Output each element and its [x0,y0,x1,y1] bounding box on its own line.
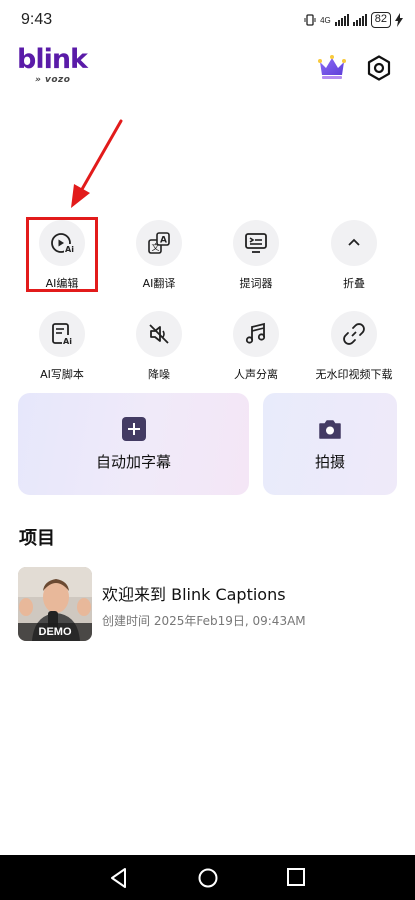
logo-text: blink [17,44,88,75]
projects-section-title: 项目 [19,528,55,549]
back-icon[interactable] [109,867,129,889]
tool-label: AI翻译 [142,277,176,290]
app-logo: blink » vozo [17,44,88,86]
tool-noise-reduction[interactable]: 降噪 [114,311,204,382]
ai-script-icon: Ai [39,311,85,357]
tool-collapse[interactable]: 折叠 [309,220,399,291]
translate-icon: 文A [136,220,182,266]
charging-icon [395,13,403,27]
tool-teleprompter[interactable]: 提词器 [211,220,301,291]
crown-icon[interactable] [318,54,346,80]
link-icon [331,311,377,357]
home-icon[interactable] [197,867,219,889]
project-created-time: 创建时间 2025年Feb19日, 09:43AM [102,614,306,628]
tool-watermark-free-download[interactable]: 无水印视频下载 [309,311,399,382]
auto-captions-label: 自动加字幕 [95,452,171,471]
tool-ai-translate[interactable]: 文A AI翻译 [114,220,204,291]
tool-label: 提词器 [239,277,273,290]
chevron-up-icon [331,220,377,266]
status-bar: 9:43 4G 82 [0,0,415,40]
auto-captions-card[interactable]: 自动加字幕 [18,393,249,495]
demo-badge: DEMO [18,623,92,641]
vibrate-icon [304,14,316,26]
tool-label: 人声分离 [234,368,278,381]
project-item[interactable]: DEMO 欢迎来到 Blink Captions 创建时间 2025年Feb19… [18,567,398,641]
project-thumbnail: DEMO [18,567,92,641]
tool-label: 无水印视频下载 [315,368,393,381]
shoot-card[interactable]: 拍摄 [263,393,397,495]
battery-level: 82 [370,12,391,28]
tool-vocal-separation[interactable]: 人声分离 [211,311,301,382]
mute-icon [136,311,182,357]
svg-text:Ai: Ai [63,337,72,346]
tool-label: 降噪 [148,368,170,381]
music-note-icon [233,311,279,357]
plus-icon [121,416,146,441]
signal-icon [334,14,349,26]
highlight-box [26,217,98,292]
system-nav-bar [0,855,415,900]
shoot-label: 拍摄 [314,452,345,471]
status-time: 9:43 [21,11,53,28]
tool-label: 折叠 [343,277,365,290]
network-type: 4G [320,15,331,25]
signal-icon-2 [352,14,367,26]
recents-icon[interactable] [286,867,306,887]
project-title: 欢迎来到 Blink Captions [102,585,286,604]
logo-subtext: » vozo [35,75,71,85]
gear-icon[interactable] [366,55,392,81]
tool-ai-script[interactable]: Ai AI写脚本 [17,311,107,382]
logo-sub-label: vozo [44,75,71,85]
camera-icon [318,417,342,441]
svg-text:A: A [160,236,167,246]
tool-label: AI写脚本 [40,368,84,381]
teleprompter-icon [233,220,279,266]
status-icons: 4G 82 [304,12,403,28]
